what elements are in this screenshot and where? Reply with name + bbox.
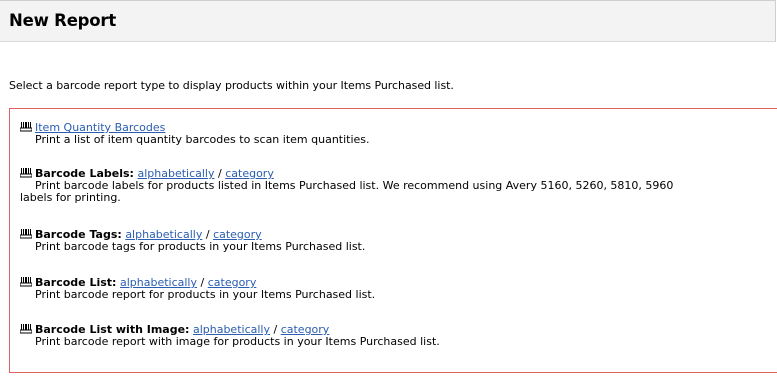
intro-text: Select a barcode report type to display …	[9, 79, 454, 92]
report-description: Print barcode tags for products in your …	[35, 240, 366, 253]
page-title: New Report	[9, 11, 117, 30]
report-description: Print barcode report with image for prod…	[35, 335, 440, 348]
report-item-barcode-list: Barcode List: alphabetically / category …	[20, 277, 775, 301]
barcode-printer-icon	[20, 277, 32, 287]
barcode-printer-icon	[20, 168, 32, 178]
report-description: Print barcode report for products in you…	[35, 288, 376, 301]
report-description: Print barcode labels for products listed…	[20, 180, 775, 204]
report-item-barcode-labels: Barcode Labels: alphabetically / categor…	[20, 168, 775, 204]
report-description: Print a list of item quantity barcodes t…	[35, 133, 370, 146]
barcode-printer-icon	[20, 324, 32, 334]
page-header: New Report	[0, 0, 776, 42]
report-item-barcode-list-with-image: Barcode List with Image: alphabetically …	[20, 324, 775, 348]
report-options-panel: Item Quantity Barcodes Print a list of i…	[9, 108, 777, 373]
report-item-quantity-barcodes: Item Quantity Barcodes Print a list of i…	[20, 122, 775, 146]
report-description-line-2: labels for printing.	[20, 191, 121, 204]
barcode-printer-icon	[20, 122, 32, 132]
barcode-printer-icon	[20, 229, 32, 239]
report-item-barcode-tags: Barcode Tags: alphabetically / category …	[20, 229, 775, 253]
report-description-line-1: Print barcode labels for products listed…	[35, 179, 674, 192]
